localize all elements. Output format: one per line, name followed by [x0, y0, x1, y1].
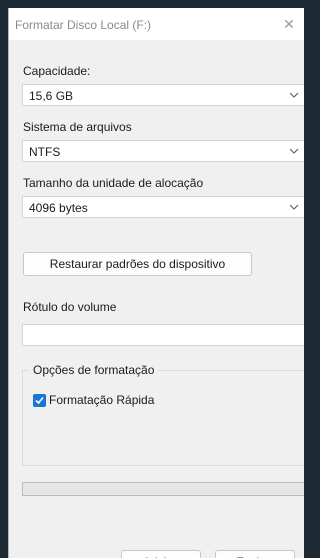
format-options-legend: Opções de formatação [29, 363, 159, 377]
allocation-label: Tamanho da unidade de alocação [23, 176, 204, 190]
format-options-group [22, 370, 304, 466]
volume-label-input[interactable] [22, 324, 304, 346]
filesystem-value: NTFS [29, 145, 61, 159]
capacity-label: Capacidade: [23, 64, 91, 78]
format-progress-bar [22, 482, 304, 496]
quick-format-checkbox[interactable] [33, 394, 46, 407]
chevron-down-icon [289, 92, 299, 98]
allocation-value: 4096 bytes [29, 201, 88, 215]
filesystem-dropdown[interactable]: NTFS [22, 140, 304, 162]
window-title: Formatar Disco Local (F:) [15, 18, 152, 32]
quick-format-label: Formatação Rápida [49, 393, 155, 407]
volume-label: Rótulo do volume [23, 300, 117, 314]
start-button[interactable]: Iniciar [121, 550, 201, 558]
title-bar: Formatar Disco Local (F:) ✕ [9, 8, 304, 40]
checkmark-icon [35, 396, 44, 405]
close-button[interactable]: Fechar [215, 550, 295, 558]
filesystem-label: Sistema de arquivos [23, 120, 132, 134]
restore-defaults-button[interactable]: Restaurar padrões do dispositivo [23, 252, 252, 276]
allocation-dropdown[interactable]: 4096 bytes [22, 196, 304, 218]
chevron-down-icon [289, 204, 299, 210]
close-window-button[interactable]: ✕ [279, 14, 299, 34]
format-dialog: Formatar Disco Local (F:) ✕ Capacidade: … [8, 8, 304, 558]
capacity-dropdown[interactable]: 15,6 GB [22, 84, 304, 106]
capacity-value: 15,6 GB [29, 89, 74, 103]
chevron-down-icon [289, 148, 299, 154]
